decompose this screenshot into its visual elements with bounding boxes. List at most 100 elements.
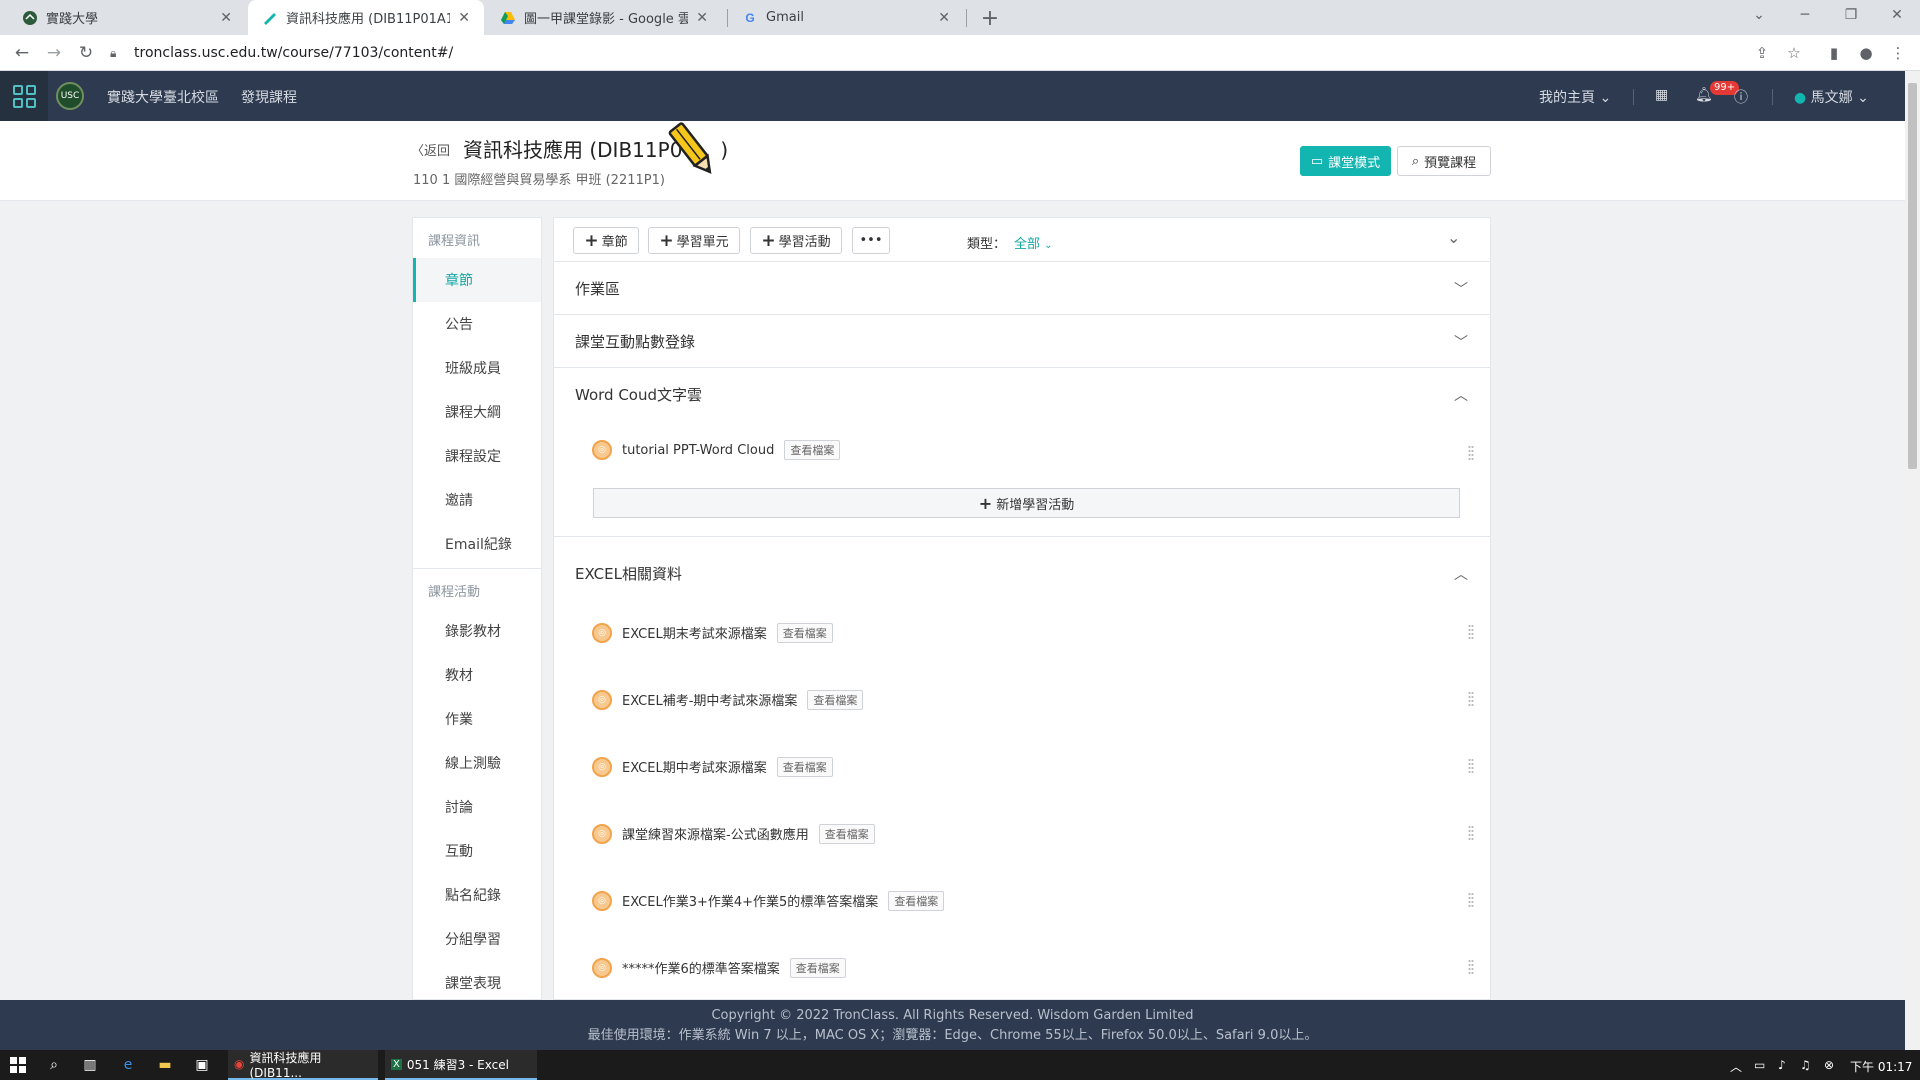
view-file-tag[interactable]: 查看檔案 — [776, 756, 833, 777]
add-activity-button[interactable]: + 學習活動 — [750, 227, 842, 254]
browser-tab[interactable]: 實踐大學 ✕ — [8, 0, 246, 35]
type-filter-select[interactable]: 全部 ⌄ — [1014, 233, 1053, 252]
drag-handle-icon[interactable] — [1468, 892, 1474, 908]
view-file-tag[interactable]: 查看檔案 — [776, 622, 833, 643]
clock[interactable]: 下午 01:17 — [1850, 1058, 1912, 1075]
activity-item[interactable]: ◎ 課堂練習來源檔案-公式函數應用 查看檔案 — [554, 800, 1490, 867]
chevron-up-icon[interactable]: ︿ — [1730, 1058, 1742, 1075]
view-file-tag[interactable]: 查看檔案 — [888, 890, 945, 911]
chevron-down-icon[interactable]: ﹀ — [1454, 279, 1468, 299]
menu-kebab-icon[interactable]: ⋮ — [1884, 39, 1912, 67]
close-icon[interactable]: ✕ — [458, 10, 470, 26]
user-menu[interactable]: ● 馬文娜 ⌄ — [1794, 87, 1869, 107]
classroom-mode-button[interactable]: ▭ 課堂模式 — [1300, 146, 1391, 176]
microphone-icon[interactable]: ♪ — [1778, 1058, 1786, 1072]
calendar-icon[interactable]: ▦ — [1655, 87, 1668, 103]
activity-item[interactable]: ◎ *****作業6的標準答案檔案 查看檔案 — [554, 934, 1490, 999]
drag-handle-icon[interactable] — [1468, 959, 1474, 975]
sidebar-item-attendance[interactable]: 點名紀錄 — [413, 873, 541, 917]
sidebar-item-members[interactable]: 班級成員 — [413, 346, 541, 390]
add-unit-button[interactable]: + 學習單元 — [648, 227, 740, 254]
help-icon[interactable]: ⓘ — [1734, 87, 1748, 107]
section-header[interactable]: 課堂互動點數登錄 ﹀ — [554, 315, 1490, 367]
restore-button[interactable]: ❐ — [1828, 0, 1874, 30]
view-file-tag[interactable]: 查看檔案 — [784, 440, 841, 460]
my-home-menu[interactable]: 我的主頁 ⌄ — [1539, 87, 1611, 107]
nav-discover-courses[interactable]: 發現課程 — [241, 87, 297, 107]
drag-handle-icon[interactable] — [1468, 825, 1474, 841]
sidebar-item-announcements[interactable]: 公告 — [413, 302, 541, 346]
windows-start-icon[interactable] — [8, 1055, 28, 1075]
forward-arrow-icon[interactable]: → — [40, 39, 68, 67]
sidebar-item-materials[interactable]: 教材 — [413, 653, 541, 697]
sidebar-item-discussion[interactable]: 討論 — [413, 785, 541, 829]
page-scrollbar[interactable] — [1905, 71, 1920, 1050]
taskbar-app-chrome[interactable]: ◉ 資訊科技應用 (DIB11... — [228, 1050, 378, 1080]
activity-item[interactable]: ◎ EXCEL作業3+作業4+作業5的標準答案檔案 查看檔案 — [554, 867, 1490, 934]
chevron-down-icon[interactable]: ﹀ — [1454, 332, 1468, 352]
activity-title[interactable]: EXCEL期末考試來源檔案 — [622, 623, 767, 642]
volume-icon[interactable]: ♫ — [1800, 1058, 1811, 1072]
close-icon[interactable]: ✕ — [938, 10, 950, 26]
section-header[interactable]: EXCEL相關資料 ︿ — [554, 547, 1490, 599]
side-panel-icon[interactable]: ▮ — [1820, 39, 1848, 67]
add-chapter-button[interactable]: + 章節 — [573, 227, 639, 254]
sidebar-item-homework[interactable]: 作業 — [413, 697, 541, 741]
file-explorer-icon[interactable]: ▬ — [155, 1055, 175, 1075]
drag-handle-icon[interactable] — [1468, 624, 1474, 640]
school-logo[interactable]: USC — [56, 82, 84, 110]
activity-item[interactable]: ◎ EXCEL期中考試來源檔案 查看檔案 — [554, 733, 1490, 800]
profile-icon[interactable]: ● — [1852, 39, 1880, 67]
browser-tab-active[interactable]: 資訊科技應用 (DIB11P01A1) - T ✕ — [248, 0, 484, 35]
activity-title[interactable]: EXCEL期中考試來源檔案 — [622, 757, 767, 776]
close-icon[interactable]: ✕ — [696, 10, 708, 26]
sidebar-item-syllabus[interactable]: 課程大綱 — [413, 390, 541, 434]
share-icon[interactable]: ⇪ — [1748, 39, 1776, 67]
network-icon[interactable]: ▭ — [1754, 1058, 1765, 1072]
view-file-tag[interactable]: 查看檔案 — [789, 957, 846, 978]
drag-handle-icon[interactable] — [1468, 758, 1474, 774]
chevron-up-icon[interactable]: ︿ — [1454, 564, 1468, 584]
preview-course-button[interactable]: ⌕ 預覽課程 — [1397, 146, 1491, 176]
activity-title[interactable]: EXCEL作業3+作業4+作業5的標準答案檔案 — [622, 891, 878, 910]
back-arrow-icon[interactable]: ← — [8, 39, 36, 67]
back-link[interactable]: 〈返回 — [411, 140, 450, 159]
task-view-icon[interactable]: ▥ — [80, 1055, 100, 1075]
close-window-button[interactable]: ✕ — [1874, 0, 1920, 30]
sidebar-item-group-learning[interactable]: 分組學習 — [413, 917, 541, 961]
sidebar-item-settings[interactable]: 課程設定 — [413, 434, 541, 478]
section-header[interactable]: Word Coud文字雲 ︿ — [554, 368, 1490, 420]
sidebar-item-videos[interactable]: 錄影教材 — [413, 609, 541, 653]
new-tab-button[interactable]: + — [976, 4, 1004, 32]
sidebar-item-performance[interactable]: 課堂表現 — [413, 961, 541, 999]
url-field[interactable]: 🔒︎ tronclass.usc.edu.tw/course/77103/con… — [110, 39, 1760, 67]
section-header[interactable]: 作業區 ﹀ — [554, 262, 1490, 314]
view-file-tag[interactable]: 查看檔案 — [807, 689, 864, 710]
scrollbar-thumb[interactable] — [1908, 83, 1917, 469]
activity-title[interactable]: *****作業6的標準答案檔案 — [622, 958, 780, 977]
chevron-up-icon[interactable]: ︿ — [1454, 385, 1468, 405]
drag-handle-icon[interactable] — [1468, 445, 1474, 461]
activity-item[interactable]: ◎ EXCEL補考-期中考試來源檔案 查看檔案 — [554, 666, 1490, 733]
input-method-icon[interactable]: ⊗ — [1824, 1058, 1834, 1072]
activity-item[interactable]: ◎ tutorial PPT-Word Cloud 查看檔案 — [554, 420, 1490, 480]
drag-handle-icon[interactable] — [1468, 691, 1474, 707]
store-icon[interactable]: ▣ — [192, 1055, 212, 1075]
browser-tab[interactable]: 圖一甲課堂錄影 - Google 雲端硬 ✕ — [486, 0, 722, 35]
star-icon[interactable]: ☆ — [1780, 39, 1808, 67]
sidebar-item-interaction[interactable]: 互動 — [413, 829, 541, 873]
browser-tab[interactable]: G Gmail ✕ — [728, 0, 964, 35]
add-learning-activity-button[interactable]: + 新增學習活動 — [593, 488, 1460, 518]
more-button[interactable]: ••• — [852, 227, 890, 254]
close-icon[interactable]: ✕ — [220, 10, 232, 26]
sidebar-item-email-log[interactable]: Email紀錄 — [413, 522, 541, 566]
sidebar-item-invite[interactable]: 邀請 — [413, 478, 541, 522]
tab-search-icon[interactable]: ⌄ — [1736, 0, 1782, 30]
activity-title[interactable]: tutorial PPT-Word Cloud — [622, 443, 774, 458]
taskbar-app-excel[interactable]: X 051 練習3 - Excel — [385, 1050, 537, 1080]
view-file-tag[interactable]: 查看檔案 — [818, 823, 875, 844]
apps-grid-icon[interactable] — [0, 71, 48, 121]
sidebar-item-quiz[interactable]: 線上測驗 — [413, 741, 541, 785]
activity-title[interactable]: 課堂練習來源檔案-公式函數應用 — [622, 824, 809, 843]
activity-title[interactable]: EXCEL補考-期中考試來源檔案 — [622, 690, 797, 709]
